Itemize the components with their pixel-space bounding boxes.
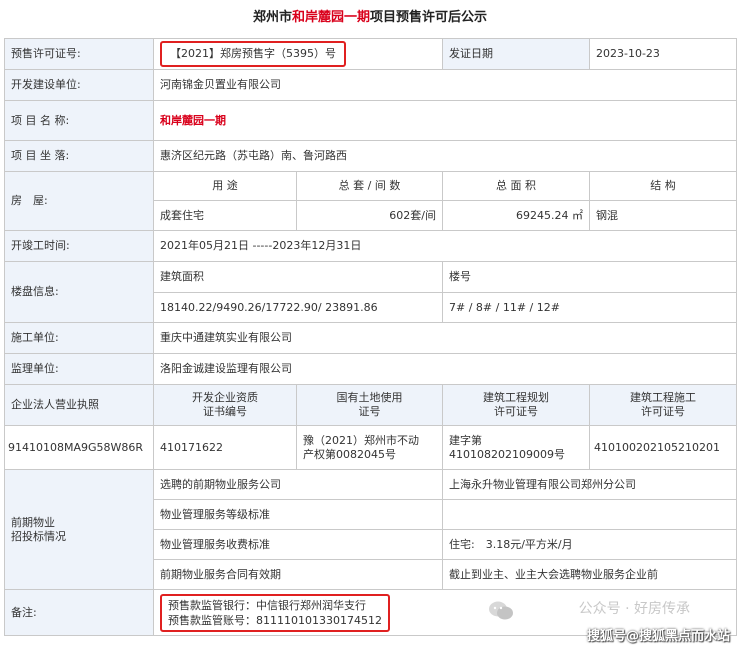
permit-value: 【2021】郑房预售字（5395）号	[160, 41, 346, 67]
property-item-value	[442, 499, 737, 530]
wechat-icon	[488, 600, 514, 626]
remark-account: 预售款监管账号：811110101330174512	[168, 613, 382, 627]
presale-permit-table: 预售许可证号: 【2021】郑房预售字（5395）号 发证日期 2023-10-…	[4, 38, 737, 636]
project-name-label: 项 目 名 称:	[4, 100, 154, 141]
license-header-qualification: 开发企业资质 证书编号	[153, 384, 297, 426]
location-value: 惠济区纪元路（苏屯路）南、鲁河路西	[153, 140, 737, 172]
house-units-value: 602套/间	[296, 200, 443, 231]
construction-permit-number: 410100202105210201	[589, 425, 737, 470]
building-info-label: 楼盘信息:	[4, 261, 154, 323]
title-suffix: 项目预售许可后公示	[370, 10, 488, 25]
project-name-value: 和岸麓园一期	[153, 100, 737, 141]
property-item-value: 住宅: 3.18元/平方米/月	[442, 529, 737, 560]
construction-period-label: 开竣工时间:	[4, 230, 154, 262]
issue-date-value: 2023-10-23	[589, 38, 737, 70]
property-item-label: 物业管理服务等级标准	[153, 499, 443, 530]
house-area-value: 69245.24 ㎡	[442, 200, 590, 231]
house-structure-value: 钢混	[589, 200, 737, 231]
planning-permit-number: 建字第 410108202109009号	[442, 425, 590, 470]
house-use-value: 成套住宅	[153, 200, 297, 231]
building-area-value: 18140.22/9490.26/17722.90/ 23891.86	[153, 292, 443, 323]
land-use-number: 豫（2021）郑州市不动 产权第0082045号	[296, 425, 443, 470]
title-project-name: 和岸麓园一期	[291, 10, 370, 25]
supervisor-label: 监理单位:	[4, 353, 154, 385]
page-title: 郑州市和岸麓园一期项目预售许可后公示	[0, 6, 740, 25]
business-license-value: 91410108MA9G58W86R	[4, 425, 154, 470]
building-area-label: 建筑面积	[153, 261, 443, 293]
property-item-label: 选聘的前期物业服务公司	[153, 469, 443, 500]
house-label: 房 屋:	[4, 171, 154, 231]
location-label: 项 目 坐 落:	[4, 140, 154, 172]
business-license-label: 企业法人营业执照	[4, 384, 154, 426]
building-number-label: 楼号	[442, 261, 737, 293]
watermark-bottom: 搜狐号@搜狐黑点而水站	[586, 629, 730, 644]
house-header-area: 总 面 积	[442, 171, 590, 201]
building-number-value: 7# / 8# / 11# / 12#	[442, 292, 737, 323]
title-prefix: 郑州市	[252, 10, 292, 25]
permit-label: 预售许可证号:	[4, 38, 154, 70]
property-item-label: 前期物业服务合同有效期	[153, 559, 443, 590]
contractor-label: 施工单位:	[4, 322, 154, 354]
developer-value: 河南锦金贝置业有限公司	[153, 69, 737, 101]
supervisor-value: 洛阳金诚建设监理有限公司	[153, 353, 737, 385]
remark-bank: 预售款监管银行：中信银行郑州润华支行	[168, 598, 366, 612]
watermark-top: 公众号 · 好房传承	[578, 601, 690, 617]
remark-label: 备注:	[4, 589, 154, 636]
qualification-number: 410171622	[153, 425, 297, 470]
remark-box: 预售款监管银行：中信银行郑州润华支行 预售款监管账号：8111101013301…	[160, 593, 390, 632]
house-header-units: 总 套 / 间 数	[296, 171, 443, 201]
house-header-structure: 结 构	[589, 171, 737, 201]
property-bidding-label: 前期物业 招投标情况	[4, 469, 154, 590]
contractor-value: 重庆中通建筑实业有限公司	[153, 322, 737, 354]
issue-date-label: 发证日期	[442, 38, 590, 70]
watermark: 公众号 · 好房传承 搜狐号@搜狐黑点而水站	[470, 598, 730, 644]
property-item-value: 上海永升物业管理有限公司郑州分公司	[442, 469, 737, 500]
property-item-value: 截止到业主、业主大会选聘物业服务企业前	[442, 559, 737, 590]
construction-period-value: 2021年05月21日 -----2023年12月31日	[153, 230, 737, 262]
developer-label: 开发建设单位:	[4, 69, 154, 101]
house-header-use: 用 途	[153, 171, 297, 201]
license-header-construction: 建筑工程施工 许可证号	[589, 384, 737, 426]
property-item-label: 物业管理服务收费标准	[153, 529, 443, 560]
license-header-land: 国有土地使用 证号	[296, 384, 443, 426]
permit-value-cell: 【2021】郑房预售字（5395）号	[153, 38, 443, 70]
license-header-planning: 建筑工程规划 许可证号	[442, 384, 590, 426]
